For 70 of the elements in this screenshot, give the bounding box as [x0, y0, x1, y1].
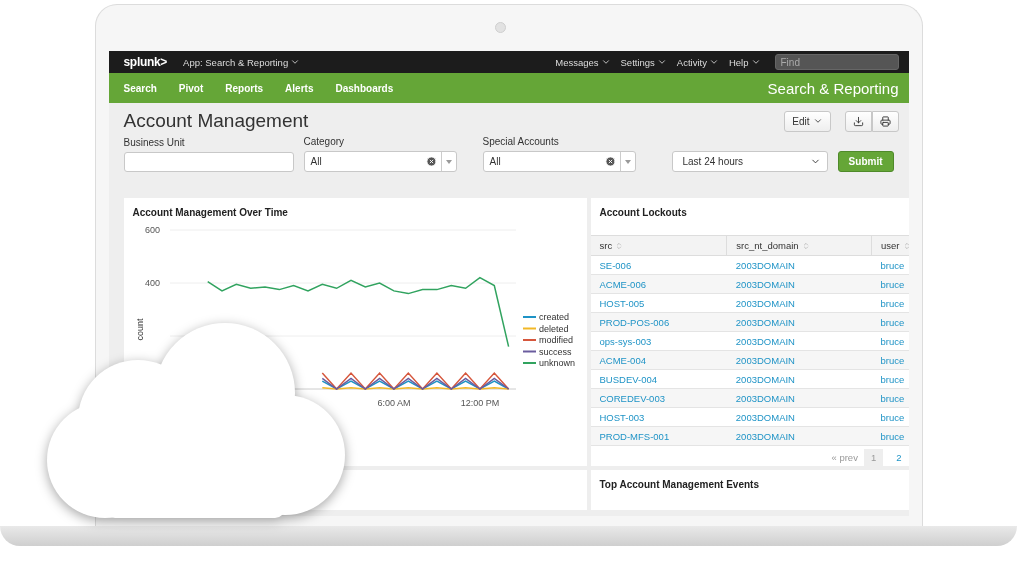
app-title: Search & Reporting: [767, 79, 899, 97]
panel-title: Account Management Over Time: [131, 206, 289, 218]
dropdown-field[interactable]: All: [482, 151, 636, 172]
nav-link[interactable]: Dashboards: [335, 82, 394, 94]
x-tick-label: 12:00 PM: [460, 398, 499, 408]
legend-label: success: [538, 346, 571, 357]
sort-icon: [902, 241, 909, 250]
page-link[interactable]: 1: [863, 449, 884, 466]
legend-label: deleted: [538, 323, 569, 334]
nav-link[interactable]: Pivot: [178, 82, 204, 94]
clear-icon[interactable]: [425, 156, 437, 167]
camera-icon: [494, 22, 506, 33]
column-header[interactable]: src_nt_domain: [726, 235, 872, 256]
logo: splunk>: [123, 55, 168, 69]
table-cell[interactable]: ACME-006: [590, 274, 727, 294]
table-cell[interactable]: ops-sys-003: [590, 331, 727, 351]
clear-icon[interactable]: [604, 156, 616, 167]
table-cell[interactable]: HOST-005: [590, 293, 727, 313]
chevron-icon: [656, 57, 667, 67]
submit-button[interactable]: Submit: [837, 151, 894, 172]
column-header[interactable]: user: [871, 235, 909, 256]
sort-icon: [801, 241, 810, 250]
field-label: Category: [303, 136, 346, 147]
download-icon: [852, 115, 864, 127]
top-menu[interactable]: Messages: [555, 56, 611, 68]
x-tick-label: 6:00 AM: [376, 398, 410, 408]
dropdown-field[interactable]: All: [303, 151, 457, 172]
chevron-icon: [708, 57, 719, 67]
table-cell[interactable]: PROD-POS-006: [590, 312, 727, 332]
dashboard-title: Account Management: [123, 110, 309, 132]
column-header[interactable]: src: [590, 235, 727, 256]
panel-title: Top Account Management Events: [598, 478, 760, 490]
table-cell[interactable]: ACME-004: [590, 350, 727, 370]
table-cell[interactable]: HOST-003: [590, 407, 727, 427]
y-tick-label: 600: [144, 225, 160, 235]
field-label: Special Accounts: [482, 136, 560, 147]
field-label: Business Unit: [123, 137, 186, 148]
legend-label: created: [538, 312, 569, 322]
time-picker[interactable]: Last 24 hours: [671, 151, 828, 172]
chevron-icon: [750, 57, 761, 67]
legend-label: unknown: [538, 358, 575, 368]
caret-icon: [624, 159, 631, 164]
top-menu[interactable]: Help: [728, 56, 761, 68]
y-tick-label: 400: [144, 278, 160, 288]
download-button[interactable]: [844, 110, 872, 132]
table-cell[interactable]: SE-006: [590, 255, 727, 275]
y-axis-label: count: [134, 318, 145, 341]
table-cell[interactable]: PROD-MFS-001: [590, 426, 727, 446]
legend-label: modified: [538, 335, 573, 345]
chevron-icon: [812, 116, 823, 126]
prev-link[interactable]: « prev: [831, 452, 858, 463]
chevron-icon: [600, 57, 611, 67]
chevron-icon: [290, 57, 301, 67]
caret-icon: [445, 159, 452, 164]
sort-icon: [615, 241, 624, 250]
top-menu[interactable]: Activity: [676, 56, 719, 68]
panel-title: Account Lockouts: [598, 206, 688, 218]
app-menu[interactable]: App: Search & Reporting: [183, 56, 301, 68]
print-button[interactable]: [871, 110, 899, 132]
edit-button[interactable]: Edit: [784, 110, 831, 132]
text-field[interactable]: [123, 152, 294, 172]
table-cell[interactable]: COREDEV-003: [590, 388, 727, 408]
nav-link[interactable]: Reports: [225, 82, 264, 94]
search-field[interactable]: Find: [774, 54, 899, 70]
top-menu[interactable]: Settings: [620, 56, 667, 68]
printer-icon: [879, 115, 891, 127]
nav-link[interactable]: Alerts: [285, 82, 314, 94]
nav-link[interactable]: Search: [123, 82, 157, 94]
page-link[interactable]: 2: [889, 449, 909, 466]
table-cell[interactable]: BUSDEV-004: [590, 369, 727, 389]
